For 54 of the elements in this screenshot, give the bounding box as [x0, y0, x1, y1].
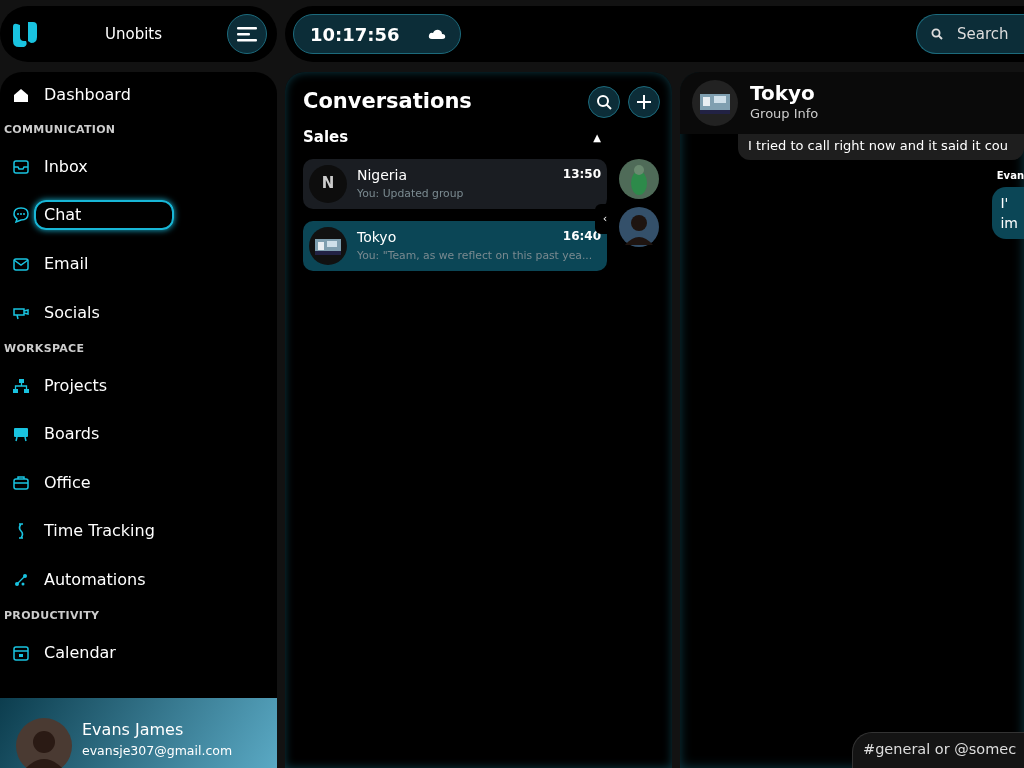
sidebar-item[interactable]: Socials: [0, 288, 277, 337]
user-name: Evans James: [82, 719, 185, 741]
section-heading: PRODUCTIVITY: [3, 608, 101, 625]
briefcase-icon: [12, 473, 30, 492]
calendar-icon: [12, 644, 30, 663]
hierarchy-icon: [12, 376, 30, 395]
envelope-icon: [12, 255, 30, 273]
sidebar-item[interactable]: Dashboard: [0, 72, 277, 118]
house-icon: [12, 86, 30, 104]
message-preview: You: "Team, as we reflect on this past yea...: [357, 247, 594, 264]
plus-icon: [636, 94, 652, 110]
chat-icon: [12, 206, 30, 225]
search-button[interactable]: [588, 86, 620, 118]
collapse-caret[interactable]: ▲: [587, 129, 607, 145]
group-heading: Sales: [303, 127, 349, 148]
sidebar-item[interactable]: Email: [0, 239, 277, 289]
message-preview: You: Updated group: [357, 185, 465, 202]
avatar-icon: [16, 718, 72, 768]
conversation-name: Tokyo: [357, 227, 397, 247]
logo-icon: [10, 19, 40, 49]
search-icon: [596, 94, 612, 110]
section-heading: COMMUNICATION: [3, 122, 117, 138]
sidebar-item[interactable]: Boards: [0, 409, 277, 459]
chat-title: Tokyo: [750, 82, 816, 105]
clock-time: 10:17:56: [310, 22, 400, 47]
inbox-icon: [12, 157, 30, 176]
sidebar-item[interactable]: Chat: [0, 191, 277, 240]
app-name: Unobits: [103, 23, 164, 45]
sidebar-item[interactable]: Automations: [0, 555, 277, 605]
sidebar-item[interactable]: Office: [0, 458, 277, 508]
sidebar-item[interactable]: Projects: [0, 361, 277, 410]
sender-name: Evan: [996, 168, 1024, 183]
avatar-icon: [619, 206, 659, 247]
group-info-link[interactable]: Group Info: [750, 104, 819, 124]
sidebar-item[interactable]: Time Tracking: [0, 507, 277, 556]
message-bubble: I' im: [992, 186, 1024, 240]
panel-title: Conversations: [303, 88, 472, 116]
avatar: N: [309, 164, 347, 203]
user-email: evansje307@gmail.com: [82, 742, 233, 760]
menu-button[interactable]: [227, 14, 267, 54]
menu-icon: [236, 26, 258, 42]
sidebar-item[interactable]: Inbox: [0, 142, 277, 192]
conversation-name: Nigeria: [357, 165, 408, 185]
search-field[interactable]: Search: [916, 14, 1024, 54]
section-heading: WORKSPACE: [3, 340, 86, 357]
add-button[interactable]: [628, 86, 660, 118]
sidebar-item[interactable]: Calendar: [0, 628, 277, 678]
board-icon: [12, 425, 30, 444]
message-field[interactable]: #general or @somec: [852, 732, 1024, 768]
conversation-item[interactable]: N Nigeria 13:50 You: Updated group: [303, 158, 607, 209]
conversation-time: 13:50: [562, 165, 601, 183]
conversation-item[interactable]: Tokyo 16:40 You: "Team, as we reflect on this past yea...: [303, 220, 607, 271]
cloud-icon: [427, 28, 446, 40]
message-bubble: I tried to call right now and it said it cou: [738, 134, 1024, 160]
